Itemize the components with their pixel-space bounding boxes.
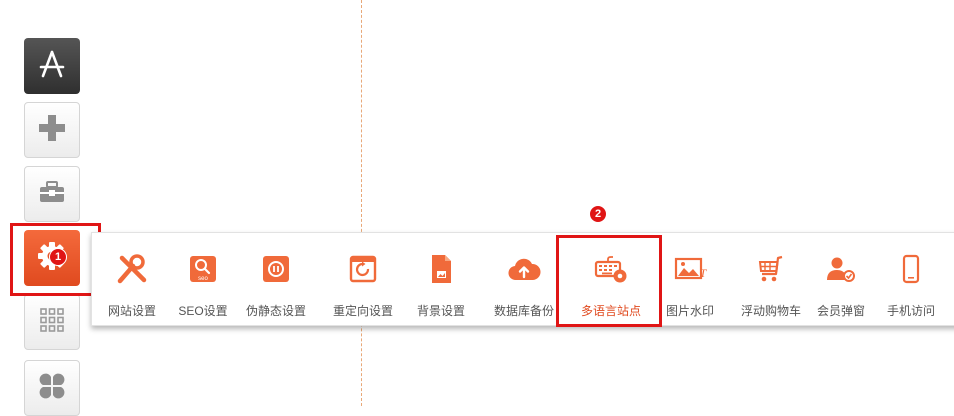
- tool-label: 手机访问: [886, 304, 935, 318]
- tool-label: SEO设置: [178, 304, 228, 318]
- sidebar-add-button[interactable]: [24, 102, 80, 158]
- grid-icon: [39, 307, 65, 338]
- sidebar-modules-button[interactable]: [24, 360, 80, 416]
- shopping-cart-icon: [754, 252, 788, 286]
- background-icon: [424, 252, 458, 286]
- tool-label: 网站设置: [107, 304, 156, 318]
- tool-redirect-settings[interactable]: 重定向设置: [323, 233, 403, 327]
- step-badge-2: 2: [589, 205, 607, 223]
- settings-toolbar: 网站设置 seo SEO设置 伪静态设置 重定向设置 背景设置 数据库备份 多语…: [91, 232, 954, 326]
- tool-label: 伪静态设置: [245, 304, 306, 318]
- tool-label: 图片水印: [665, 304, 714, 318]
- svg-text:seo: seo: [198, 276, 208, 282]
- pseudo-static-icon: [259, 252, 293, 286]
- plus-icon: [37, 113, 67, 148]
- sidebar-toolbox-button[interactable]: [24, 166, 80, 222]
- tool-background-settings[interactable]: 背景设置: [408, 233, 474, 327]
- tool-label: 背景设置: [416, 304, 465, 318]
- clover-icon: [38, 372, 66, 405]
- redirect-icon: [346, 252, 380, 286]
- sidebar-apps-grid-button[interactable]: [24, 294, 80, 350]
- tool-pseudo-static-settings[interactable]: 伪静态设置: [239, 233, 313, 327]
- tool-floating-cart[interactable]: 浮动购物车: [731, 233, 811, 327]
- vertical-guide-line: [361, 0, 362, 406]
- tool-label: 浮动购物车: [740, 304, 801, 318]
- tool-image-watermark[interactable]: T 图片水印: [657, 233, 723, 327]
- step-badge-1: 1: [49, 248, 67, 266]
- tool-seo-settings[interactable]: seo SEO设置: [170, 233, 236, 327]
- tool-member-popup[interactable]: 会员弹窗: [808, 233, 874, 327]
- mobile-icon: [894, 252, 928, 286]
- sidebar-app-store-button[interactable]: [24, 38, 80, 94]
- tools-icon: [115, 252, 149, 286]
- cloud-upload-icon: [507, 252, 541, 286]
- image-watermark-icon: T: [673, 252, 707, 286]
- member-popup-icon: [824, 252, 858, 286]
- multilingual-highlight-box: [556, 235, 662, 327]
- tool-label: 重定向设置: [332, 304, 393, 318]
- toolbox-icon: [38, 180, 66, 209]
- app-store-icon: [37, 49, 67, 84]
- seo-icon: seo: [186, 252, 220, 286]
- tool-mobile-access[interactable]: 手机访问: [878, 233, 944, 327]
- tool-database-backup[interactable]: 数据库备份: [487, 233, 561, 327]
- tool-label: 会员弹窗: [816, 304, 865, 318]
- svg-text:T: T: [700, 266, 707, 280]
- tool-site-settings[interactable]: 网站设置: [97, 233, 167, 327]
- tool-label: 数据库备份: [493, 304, 554, 318]
